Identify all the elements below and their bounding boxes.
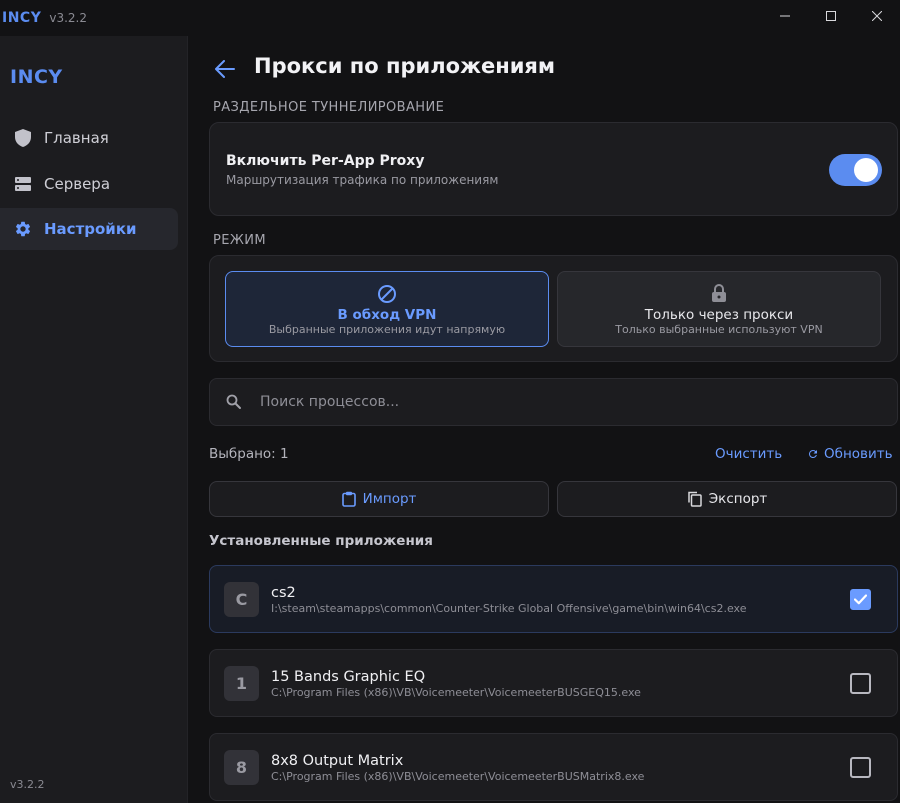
app-path: C:\Program Files (x86)\VB\Voicemeeter\Vo… [271, 686, 641, 699]
mode-option-title: В обход VPN [337, 307, 437, 323]
search-icon [226, 394, 241, 409]
sidebar-item-label: Сервера [44, 175, 111, 193]
toggle-knob [854, 158, 878, 182]
split-tunneling-section-label: РАЗДЕЛЬНОЕ ТУННЕЛИРОВАНИЕ [213, 100, 445, 115]
installed-apps-heading: Установленные приложения [209, 533, 433, 549]
app-avatar: C [224, 582, 259, 617]
per-app-proxy-card: Включить Per-App Proxy Маршрутизация тра… [209, 122, 898, 216]
mode-proxy-only-option[interactable]: Только через прокси Только выбранные исп… [557, 271, 881, 347]
clear-button[interactable]: Очистить [715, 446, 782, 462]
clear-button-label: Очистить [715, 446, 783, 462]
arrow-left-icon [215, 60, 235, 78]
sidebar: INCY Главная Сервера Настройки v3.2.2 [0, 36, 188, 803]
per-app-proxy-title: Включить Per-App Proxy [226, 153, 425, 169]
per-app-proxy-toggle[interactable] [829, 154, 882, 186]
block-icon [226, 284, 548, 304]
main-content: Прокси по приложениям РАЗДЕЛЬНОЕ ТУННЕЛИ… [189, 36, 900, 803]
app-path: I:\steam\steamapps\common\Counter-Strike… [271, 602, 747, 615]
search-input[interactable] [260, 387, 880, 417]
mode-option-subtitle: Выбранные приложения идут напрямую [268, 323, 506, 336]
minimize-icon [780, 15, 790, 17]
app-checkbox[interactable] [850, 757, 871, 778]
maximize-icon [826, 11, 836, 21]
app-avatar: 1 [224, 666, 259, 701]
lock-icon [558, 284, 880, 302]
refresh-button[interactable]: Обновить [807, 446, 893, 462]
selected-count: Выбрано: 1 [209, 446, 289, 462]
app-checkbox[interactable] [850, 589, 871, 610]
mode-bypass-vpn-option[interactable]: В обход VPN Выбранные приложения идут на… [225, 271, 549, 347]
close-button[interactable] [854, 0, 900, 32]
mode-section-label: РЕЖИМ [213, 233, 266, 248]
import-button[interactable]: Импорт [209, 481, 549, 517]
app-path: C:\Program Files (x86)\VB\Voicemeeter\Vo… [271, 770, 645, 783]
titlebar-app-name: INCY [2, 10, 42, 26]
app-row-cs2[interactable]: C cs2 I:\steam\steamapps\common\Counter-… [209, 565, 898, 633]
export-button[interactable]: Экспорт [557, 481, 897, 517]
window-controls [762, 0, 900, 32]
search-box [209, 378, 898, 426]
maximize-button[interactable] [808, 0, 854, 32]
shield-icon [13, 129, 33, 147]
app-name: 8x8 Output Matrix [271, 753, 404, 769]
app-row-8x8-output-matrix[interactable]: 8 8x8 Output Matrix C:\Program Files (x8… [209, 733, 898, 801]
sidebar-item-label: Настройки [44, 220, 137, 238]
refresh-button-label: Обновить [824, 446, 893, 462]
server-icon [13, 176, 33, 192]
page-title: Прокси по приложениям [254, 54, 556, 78]
app-row-15-bands-graphic-eq[interactable]: 1 15 Bands Graphic EQ C:\Program Files (… [209, 649, 898, 717]
mode-option-title: Только через прокси [644, 307, 794, 323]
sidebar-item-servers[interactable]: Сервера [0, 163, 178, 205]
per-app-proxy-subtitle: Маршрутизация трафика по приложениям [226, 173, 499, 187]
title-bar: INCY v3.2.2 [0, 0, 900, 36]
import-button-label: Импорт [362, 491, 417, 507]
copy-icon [687, 491, 702, 507]
mode-option-subtitle: Только выбранные используют VPN [615, 323, 823, 336]
app-name: cs2 [271, 585, 296, 601]
titlebar-version: v3.2.2 [49, 11, 87, 25]
checkmark-icon [854, 594, 867, 605]
sidebar-item-settings[interactable]: Настройки [0, 208, 178, 250]
clipboard-icon [341, 491, 356, 507]
gear-icon [13, 220, 33, 238]
refresh-icon [808, 450, 817, 458]
app-checkbox[interactable] [850, 673, 871, 694]
mode-card: В обход VPN Выбранные приложения идут на… [209, 255, 898, 362]
sidebar-version: v3.2.2 [10, 778, 45, 791]
back-button[interactable] [213, 57, 237, 81]
sidebar-logo: INCY [10, 66, 63, 88]
app-avatar: 8 [224, 750, 259, 785]
export-button-label: Экспорт [708, 491, 768, 507]
app-name: 15 Bands Graphic EQ [271, 669, 426, 685]
sidebar-item-label: Главная [44, 129, 109, 147]
close-icon [872, 11, 882, 21]
sidebar-item-home[interactable]: Главная [0, 117, 178, 159]
minimize-button[interactable] [762, 0, 808, 32]
